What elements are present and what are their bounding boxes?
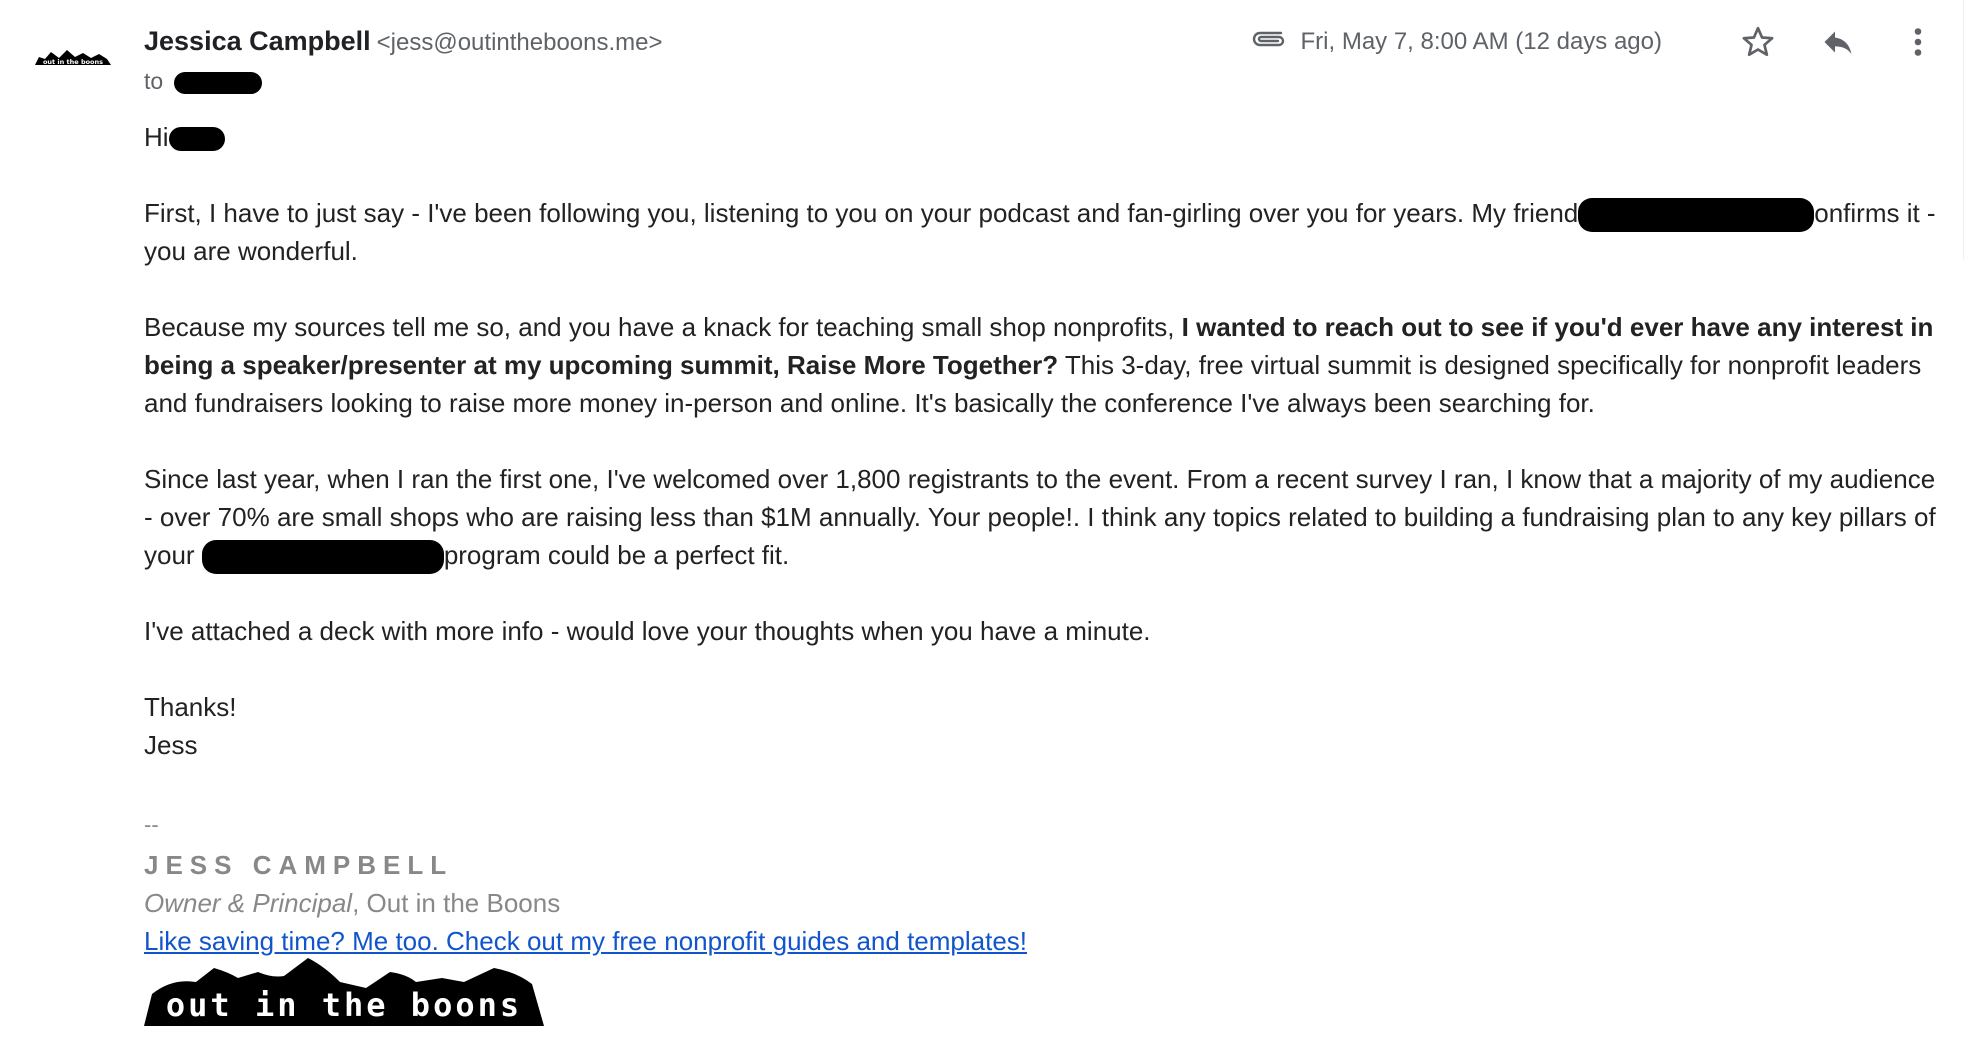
more-vert-icon xyxy=(1900,24,1936,65)
redacted-recipient xyxy=(173,71,262,94)
closing: Thanks! Jess xyxy=(144,688,1944,764)
redacted-program-name xyxy=(201,540,444,575)
message-meta: Fri, May 7, 8:00 AM (12 days ago) xyxy=(1251,28,1663,56)
scrollbar-track[interactable] xyxy=(1963,0,1982,260)
signature-title: Owner & Principal, Out in the Boons xyxy=(144,884,1944,922)
paragraph-4: I've attached a deck with more info - wo… xyxy=(144,616,1151,647)
message-date: Fri, May 7, 8:00 AM (12 days ago) xyxy=(1300,28,1663,55)
recipient-prefix: to xyxy=(144,68,164,94)
sender-email: <jess@outintheboons.me> xyxy=(376,29,663,56)
paperclip-icon xyxy=(1251,28,1287,56)
signature-logo-text: out in the boons xyxy=(166,986,522,1024)
paragraph-1-a: First, I have to just say - I've been fo… xyxy=(144,198,1579,228)
paragraph-1: First, I have to just say - I've been fo… xyxy=(144,194,1944,270)
signature-org: , Out in the Boons xyxy=(352,888,561,919)
svg-text:out in the boons: out in the boons xyxy=(43,58,103,66)
reply-button[interactable] xyxy=(1814,20,1862,68)
greeting-text: Hi xyxy=(144,122,169,152)
greeting: Hi xyxy=(144,118,1944,156)
sender-name[interactable]: Jessica Campbell xyxy=(144,26,371,56)
recipient-line[interactable]: to xyxy=(144,68,262,95)
signature-role: Owner & Principal xyxy=(144,888,353,919)
star-button[interactable] xyxy=(1734,20,1782,68)
closing-thanks: Thanks! xyxy=(144,692,237,723)
paragraph-2-a: Because my sources tell me so, and you h… xyxy=(144,312,1175,343)
signature-separator: -- xyxy=(144,812,159,838)
star-icon xyxy=(1740,24,1776,65)
redacted-friend-name xyxy=(1578,198,1815,233)
paragraph-3-b: program could be a perfect fit. xyxy=(443,540,790,571)
sender-line: Jessica Campbell <jess@outintheboons.me> xyxy=(144,26,663,57)
closing-name: Jess xyxy=(144,730,198,761)
reply-icon xyxy=(1820,24,1856,65)
paragraph-3: Since last year, when I ran the first on… xyxy=(144,460,1944,575)
signature-name: JESS CAMPBELL xyxy=(144,850,454,881)
redacted-name xyxy=(168,127,225,152)
sender-avatar-logo: out in the boons xyxy=(35,50,111,66)
paragraph-2: Because my sources tell me so, and you h… xyxy=(144,308,1944,422)
signature-logo: out in the boons xyxy=(144,958,544,1026)
more-options-button[interactable] xyxy=(1894,20,1942,68)
message-body: Hi First, I have to just say - I've been… xyxy=(144,118,1944,960)
